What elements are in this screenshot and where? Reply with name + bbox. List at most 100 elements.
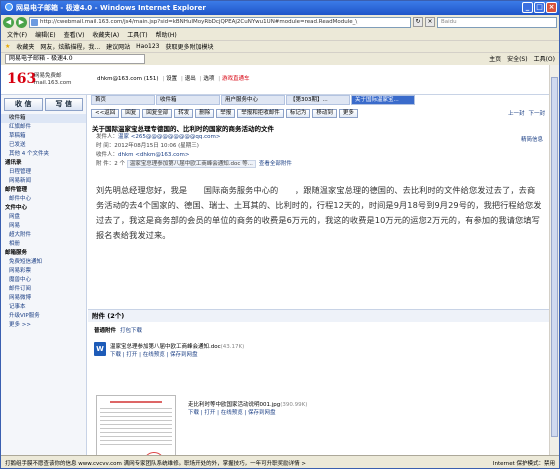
- window-controls: _ □ ×: [522, 2, 557, 13]
- tools-button[interactable]: 工具(O): [534, 54, 555, 63]
- tab-home[interactable]: 首页: [91, 95, 155, 105]
- mark-as-button[interactable]: 标记为: [285, 108, 311, 118]
- attachment-mode-label: 普通附件: [94, 328, 117, 334]
- menu-edit[interactable]: 编辑(E): [35, 30, 55, 39]
- reply-all-button[interactable]: 回复全部: [142, 108, 173, 118]
- mail-subject: 关于国际温家宝总理专德国的、比利时的国家的商务活动的文件: [92, 125, 274, 133]
- forward-button[interactable]: 转发: [174, 108, 194, 118]
- sidebar-item[interactable]: 网易彩票: [1, 267, 86, 276]
- report-button[interactable]: 举报: [216, 108, 236, 118]
- forward-icon[interactable]: ▶: [16, 16, 27, 28]
- report-reject-button[interactable]: 举报和拒收邮件: [237, 108, 284, 118]
- menu-file[interactable]: 文件(F): [7, 30, 27, 39]
- search-input[interactable]: Baidu: [437, 16, 557, 28]
- attachment-actions[interactable]: 下载 | 打开 | 在线预览 | 保存到网盘: [188, 408, 276, 416]
- sidebar-item[interactable]: 通讯录: [1, 159, 86, 168]
- attachments-panel: 附件 (2个) 普通附件 打包下载 W 温家宝总理参加第八届中欧工商峰会通知.do…: [88, 309, 549, 455]
- menu-favorites[interactable]: 收藏夹(A): [92, 30, 119, 39]
- tab-inbox[interactable]: 收件箱: [156, 95, 220, 105]
- maximize-icon[interactable]: □: [534, 2, 545, 13]
- menu-view[interactable]: 查看(V): [64, 30, 85, 39]
- url-field[interactable]: http://cwebmail.mail.163.com/js4/main.js…: [29, 16, 411, 28]
- favorites-label[interactable]: 收藏夹: [16, 42, 34, 51]
- close-icon[interactable]: ×: [546, 2, 557, 13]
- browser-tab[interactable]: 网易电子邮箱 - 极速4.0: [5, 53, 145, 64]
- menu-tools[interactable]: 工具(T): [127, 30, 147, 39]
- sidebar-item[interactable]: 更多 >>: [1, 321, 86, 330]
- next-mail-link[interactable]: 下一封: [528, 109, 545, 117]
- status-bar: 打鹅组手膜不愿查该你的信息 www.cvcvv.com 满网专家团队系统维修。职…: [1, 455, 559, 468]
- sidebar-item[interactable]: 网盘: [1, 213, 86, 222]
- vertical-scrollbar[interactable]: [549, 65, 559, 455]
- sidebar-item[interactable]: 网易微博: [1, 294, 86, 303]
- sidebar-item[interactable]: 升级VIP服务: [1, 312, 86, 321]
- reply-button[interactable]: 回复: [121, 108, 141, 118]
- sidebar-item[interactable]: 日程管理: [1, 168, 86, 177]
- title-bar: 网易电子邮箱 - 极速4.0 - Windows Internet Explor…: [1, 1, 559, 15]
- sidebar-item[interactable]: 超大附件: [1, 231, 86, 240]
- mail-header: 163 网易免费邮 mail.163.com dhkm@163.com (151…: [1, 65, 549, 95]
- scroll-thumb[interactable]: [551, 77, 558, 437]
- sidebar-item[interactable]: 文件中心: [1, 204, 86, 213]
- download-all-link[interactable]: 打包下载: [120, 328, 142, 334]
- back-icon[interactable]: ◀: [3, 16, 14, 28]
- compose-button[interactable]: 写 信: [44, 98, 83, 111]
- fav-item[interactable]: 建议网站: [106, 42, 130, 51]
- safety-button[interactable]: 安全(S): [507, 54, 528, 63]
- fav-item[interactable]: 获取更多附加模块: [165, 42, 213, 51]
- sidebar-item[interactable]: 记事本: [1, 303, 86, 312]
- image-thumbnail[interactable]: [96, 395, 176, 455]
- view-attachments-link[interactable]: 查看全部附件: [259, 161, 292, 167]
- mail-toolbar: <<返回 回复 回复全部 转发 删除 举报 举报和拒收邮件 标记为 移动到 更多…: [88, 107, 549, 119]
- sidebar-item[interactable]: 邮件管理: [1, 186, 86, 195]
- sidebar-item[interactable]: 魔兽中心: [1, 276, 86, 285]
- options-link[interactable]: 选项: [203, 76, 214, 82]
- home-button[interactable]: 主页: [489, 54, 501, 63]
- prev-mail-link[interactable]: 上一封: [508, 109, 525, 117]
- move-to-button[interactable]: 移动到: [312, 108, 337, 118]
- delete-button[interactable]: 删除: [195, 108, 215, 118]
- sidebar-item[interactable]: 相册: [1, 240, 86, 249]
- to-value[interactable]: dhkm <dhkm@163.com>: [118, 152, 190, 158]
- sidebar-item[interactable]: 收件箱: [1, 114, 86, 123]
- logout-link[interactable]: 退出: [185, 76, 196, 82]
- fav-item[interactable]: 网友，炫酷描程，我...: [40, 42, 100, 51]
- page-icon: [31, 18, 38, 26]
- receive-button[interactable]: 收 信: [4, 98, 43, 111]
- sidebar-item[interactable]: 免费短信通知: [1, 258, 86, 267]
- sidebar-item[interactable]: 邮件中心: [1, 195, 86, 204]
- sidebar-item[interactable]: 网易新闻: [1, 177, 86, 186]
- att-count: 2 个: [114, 161, 125, 167]
- sidebar-item[interactable]: 已发送: [1, 141, 86, 150]
- tab-issue[interactable]: 【第303期】...: [286, 95, 350, 105]
- menu-help[interactable]: 帮助(H): [156, 30, 177, 39]
- back-button[interactable]: <<返回: [91, 108, 120, 118]
- minimize-icon[interactable]: _: [522, 2, 533, 13]
- page-content: 163 网易免费邮 mail.163.com dhkm@163.com (151…: [1, 65, 549, 455]
- menu-bar: 文件(F) 编辑(E) 查看(V) 收藏夹(A) 工具(T) 帮助(H): [1, 29, 559, 40]
- settings-link[interactable]: 设置: [166, 76, 177, 82]
- tab-current-mail[interactable]: 关于国际温家宝...: [351, 95, 415, 105]
- file-size: (390.99K): [280, 402, 308, 408]
- more-button[interactable]: 更多: [338, 108, 358, 118]
- sidebar-item[interactable]: 邮箱服务: [1, 249, 86, 258]
- from-row: 发件人：温家 <265@@@@@@@@@qq.com>: [96, 133, 549, 142]
- refresh-icon[interactable]: ↻: [413, 17, 423, 27]
- attachment-row: 附 件：2 个 温家宝总理参加第八届中欧工商峰会通知.doc 等... 查看全部附…: [96, 160, 549, 169]
- ie-icon: [5, 3, 13, 11]
- attachment-actions[interactable]: 下载 | 打开 | 在线预览 | 保存到网盘: [110, 350, 198, 358]
- tab-user-center[interactable]: 用户服务中心: [221, 95, 285, 105]
- from-value[interactable]: 温家 <265@@@@@@@@@qq.com>: [118, 134, 220, 140]
- favorites-bar: ★ 收藏夹 网友，炫酷描程，我... 建议网站 Hao123 获取更多附加模块: [1, 40, 559, 52]
- sidebar-item[interactable]: 邮件订阅: [1, 285, 86, 294]
- attachment-chip[interactable]: 温家宝总理参加第八届中欧工商峰会通知.doc 等...: [126, 160, 256, 168]
- sidebar-item[interactable]: 网易: [1, 222, 86, 231]
- sidebar-item[interactable]: 红旗邮件: [1, 123, 86, 132]
- url-text: http://cwebmail.mail.163.com/js4/main.js…: [40, 18, 358, 25]
- fav-item[interactable]: Hao123: [136, 43, 159, 50]
- sidebar-item[interactable]: 其他 4 个文件夹: [1, 150, 86, 159]
- sidebar-item[interactable]: 草稿箱: [1, 132, 86, 141]
- stop-icon[interactable]: ×: [425, 17, 435, 27]
- compact-info-link[interactable]: 精简信息: [521, 135, 543, 143]
- games-link[interactable]: 游戏直通车: [222, 76, 250, 82]
